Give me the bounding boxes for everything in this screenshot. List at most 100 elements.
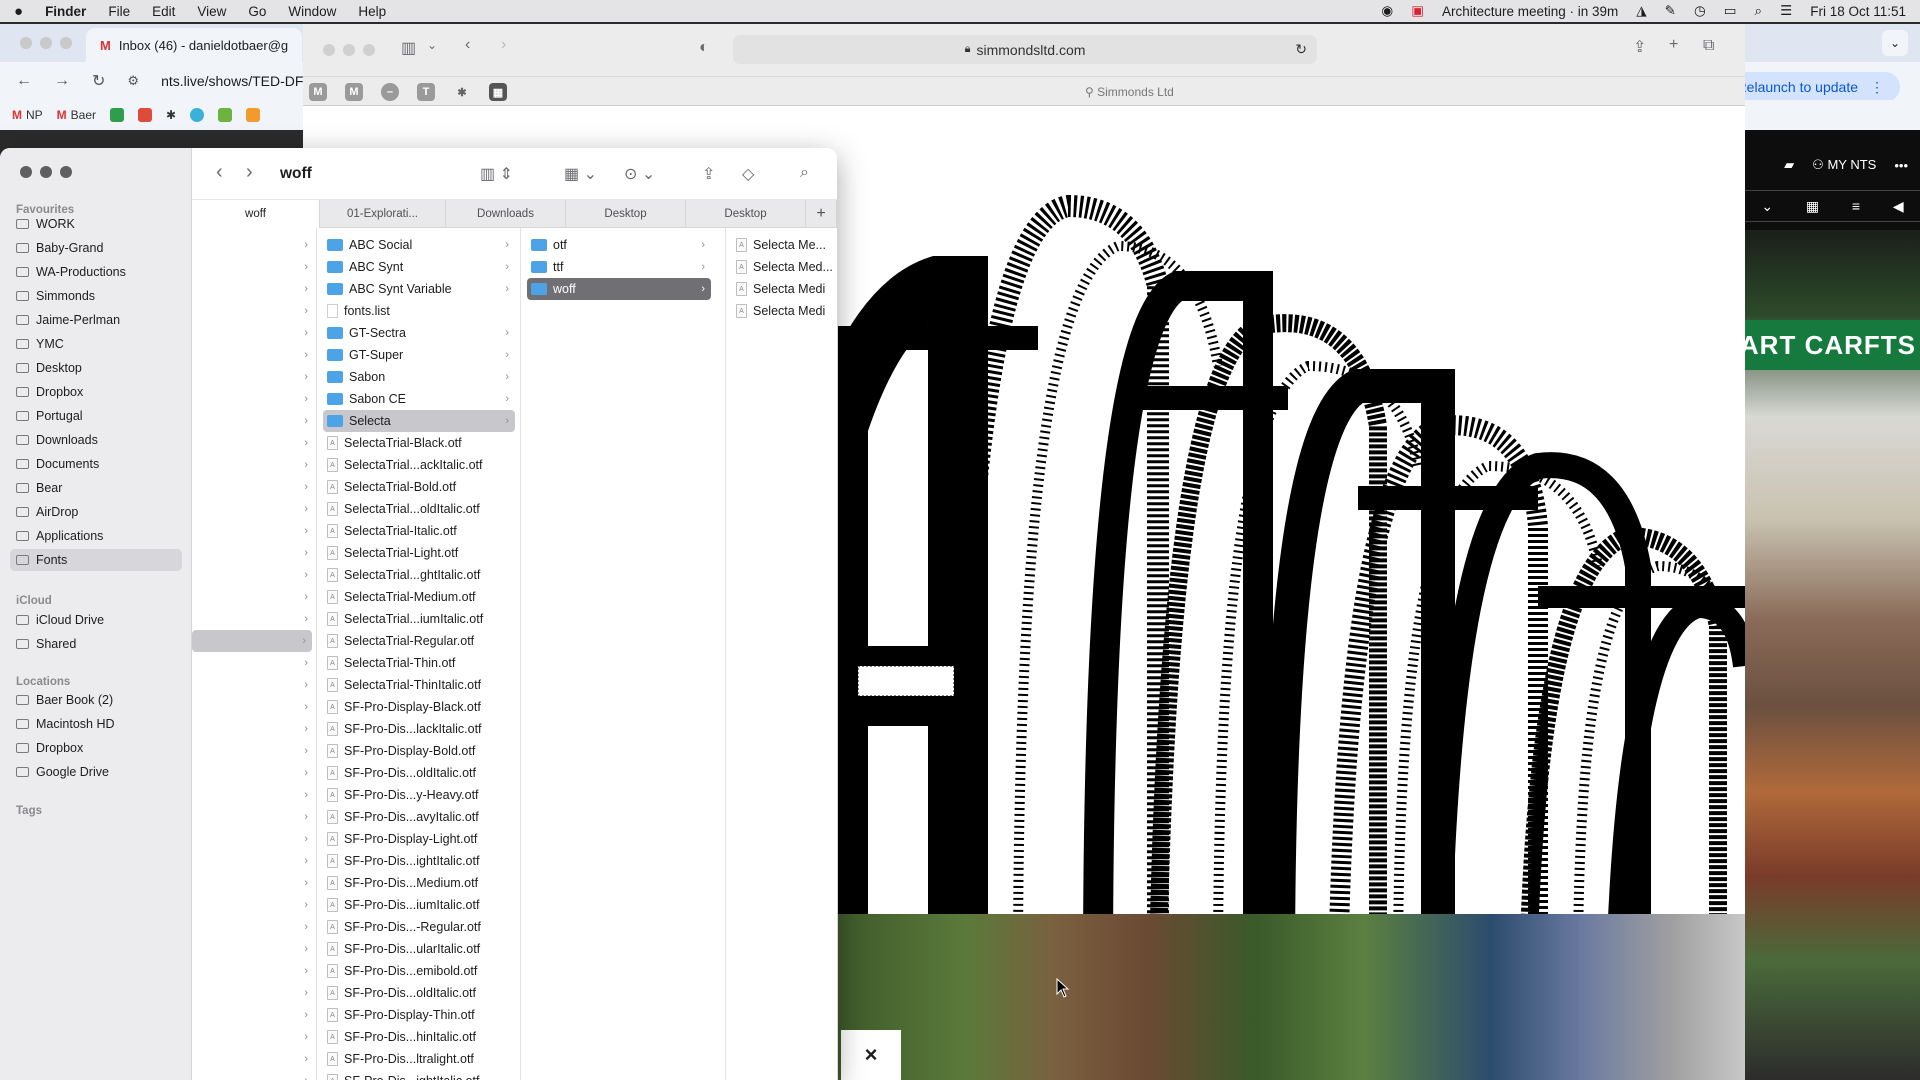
collapsed-row-chevron-icon[interactable]: › bbox=[304, 498, 308, 520]
sidebar-item[interactable]: Macintosh HD bbox=[10, 713, 182, 735]
menu-file[interactable]: File bbox=[108, 4, 130, 19]
battery-icon[interactable]: ▭ bbox=[1724, 3, 1737, 19]
list-item[interactable]: A SF-Pro-Dis...Medium.otf bbox=[323, 872, 515, 894]
collapsed-row-chevron-icon[interactable]: › bbox=[304, 894, 308, 916]
collapsed-row-chevron-icon[interactable]: › bbox=[304, 1048, 308, 1070]
list-item[interactable]: A SF-Pro-Dis...ightItalic.otf bbox=[323, 1070, 515, 1080]
collapsed-row-chevron-icon[interactable]: › bbox=[304, 608, 308, 630]
list-item[interactable]: A SF-Pro-Dis...ightItalic.otf bbox=[323, 850, 515, 872]
list-item[interactable]: A SelectaTrial-Light.otf bbox=[323, 542, 515, 564]
chevron-down-icon[interactable]: ⌄ bbox=[427, 38, 437, 52]
sidebar-item[interactable]: Bear bbox=[10, 477, 182, 499]
collapsed-row-chevron-icon[interactable]: › bbox=[304, 1070, 308, 1080]
sidebar-item[interactable]: WA-Productions bbox=[10, 261, 182, 283]
list-item[interactable]: ttf › bbox=[527, 256, 711, 278]
safari-minimize-button[interactable] bbox=[343, 44, 355, 56]
finder-back-icon[interactable]: ‹ bbox=[216, 161, 223, 184]
sidebar-item[interactable]: Jaime-Perlman bbox=[10, 309, 182, 331]
collapsed-row-chevron-icon[interactable]: › bbox=[304, 696, 308, 718]
tag-icon[interactable]: ◇ bbox=[742, 164, 754, 184]
collapsed-row-chevron-icon[interactable]: › bbox=[304, 916, 308, 938]
sidebar-item[interactable]: iCloud Drive bbox=[10, 609, 182, 631]
share-icon[interactable]: ⇪ bbox=[1633, 37, 1646, 57]
chrome-forward-icon[interactable]: → bbox=[54, 72, 70, 90]
finder-tab-desktop-2[interactable]: Desktop bbox=[686, 200, 806, 228]
relaunch-button[interactable]: Relaunch to update ⋮ bbox=[1720, 72, 1900, 102]
collapsed-row-chevron-icon[interactable]: › bbox=[304, 476, 308, 498]
collapsed-row-chevron-icon[interactable]: › bbox=[304, 1004, 308, 1026]
collapsed-row-chevron-icon[interactable]: › bbox=[304, 234, 308, 256]
sidebar-item[interactable]: Google Drive bbox=[10, 761, 182, 783]
sidebar-item[interactable]: Dropbox bbox=[10, 381, 182, 403]
spotlight-search-icon[interactable]: ⌕ bbox=[1755, 3, 1763, 19]
collapsed-row-chevron-icon[interactable]: › bbox=[304, 872, 308, 894]
playlist-icon[interactable]: ≡ bbox=[1852, 198, 1860, 214]
finder-tab-woff[interactable]: woff bbox=[192, 200, 320, 228]
collapsed-row-chevron-icon[interactable]: › bbox=[304, 564, 308, 586]
my-nts-button[interactable]: ⚇ MY NTS bbox=[1812, 157, 1876, 173]
menubar-datetime[interactable]: Fri 18 Oct 11:51 bbox=[1810, 4, 1906, 19]
sidebar-item[interactable]: YMC bbox=[10, 333, 182, 355]
list-item[interactable]: Sabon CE › bbox=[323, 388, 515, 410]
view-columns-icon[interactable]: ▥ ⇕ bbox=[480, 164, 513, 184]
list-item[interactable]: A SelectaTrial-Black.otf bbox=[323, 432, 515, 454]
list-item[interactable]: A SF-Pro-Display-Black.otf bbox=[323, 696, 515, 718]
list-item[interactable]: ABC Synt › bbox=[323, 256, 515, 278]
pen-icon[interactable]: ✎ bbox=[1665, 3, 1676, 19]
list-item[interactable]: A SF-Pro-Dis...y-Heavy.otf bbox=[323, 784, 515, 806]
fav-grid-icon[interactable]: ▦ bbox=[489, 83, 507, 101]
collapsed-row-chevron-icon[interactable]: › bbox=[304, 652, 308, 674]
list-item[interactable]: A SF-Pro-Dis...oldItalic.otf bbox=[323, 982, 515, 1004]
menu-finder[interactable]: Finder bbox=[45, 4, 86, 19]
control-center-icon[interactable]: ☰ bbox=[1780, 3, 1792, 19]
safari-zoom-button[interactable] bbox=[363, 44, 375, 56]
sidebar-item[interactable]: Dropbox bbox=[10, 737, 182, 759]
chrome-tab-search-icon[interactable]: ⌄ bbox=[1882, 30, 1908, 56]
sidebar-item[interactable]: Applications bbox=[10, 525, 182, 547]
new-tab-icon[interactable]: + bbox=[1669, 36, 1678, 54]
bookmark-seven-icon[interactable] bbox=[218, 108, 233, 122]
fantastical-icon[interactable]: ▣ bbox=[1411, 3, 1424, 19]
action-icon[interactable]: ⊙ ⌄ bbox=[624, 164, 655, 184]
chrome-minimize-button[interactable] bbox=[40, 37, 52, 49]
list-item[interactable]: A SelectaTrial-Thin.otf bbox=[323, 652, 515, 674]
finder-minimize-button[interactable] bbox=[40, 166, 52, 178]
chat-icon[interactable]: ▰ bbox=[1784, 157, 1794, 173]
sidebar-item[interactable]: Simmonds bbox=[10, 285, 182, 307]
chrome-zoom-button[interactable] bbox=[60, 37, 72, 49]
menu-window[interactable]: Window bbox=[288, 4, 336, 19]
list-item[interactable]: ABC Synt Variable › bbox=[323, 278, 515, 300]
collapsed-row-chevron-icon[interactable]: › bbox=[304, 806, 308, 828]
collapsed-row-chevron-icon[interactable]: › bbox=[304, 388, 308, 410]
collapsed-row-chevron-icon[interactable]: › bbox=[304, 586, 308, 608]
safari-forward-icon[interactable]: › bbox=[501, 36, 506, 54]
list-item[interactable]: A SF-Pro-Dis...ltralight.otf bbox=[323, 1048, 515, 1070]
search-icon[interactable]: ⌕ bbox=[800, 164, 809, 182]
chrome-back-icon[interactable]: ← bbox=[16, 72, 32, 90]
list-item[interactable]: A SF-Pro-Display-Thin.otf bbox=[323, 1004, 515, 1026]
more-icon[interactable]: ••• bbox=[1894, 158, 1908, 173]
sidebar-item[interactable]: Documents bbox=[10, 453, 182, 475]
collapsed-row-chevron-icon[interactable]: › bbox=[304, 784, 308, 806]
list-item[interactable]: A SF-Pro-Dis...iumItalic.otf bbox=[323, 894, 515, 916]
notion-icon[interactable]: ◮ bbox=[1636, 3, 1646, 19]
sidebar-item[interactable]: Shared bbox=[10, 633, 182, 655]
sidebar-item[interactable]: Desktop bbox=[10, 357, 182, 379]
list-item[interactable]: A SF-Pro-Dis...emibold.otf bbox=[323, 960, 515, 982]
list-item[interactable]: A SF-Pro-Dis...avyItalic.otf bbox=[323, 806, 515, 828]
bookmark-globe-icon[interactable] bbox=[190, 108, 205, 122]
safari-back-icon[interactable]: ‹ bbox=[465, 36, 470, 54]
menu-view[interactable]: View bbox=[197, 4, 226, 19]
list-item[interactable]: A SelectaTrial...iumItalic.otf bbox=[323, 608, 515, 630]
list-item[interactable]: A SelectaTrial-Regular.otf bbox=[323, 630, 515, 652]
collapsed-row-chevron-icon[interactable]: › bbox=[304, 300, 308, 322]
new-tab-icon[interactable]: + bbox=[806, 200, 837, 228]
close-button[interactable]: × bbox=[841, 1030, 901, 1080]
collapsed-row-chevron-icon[interactable]: › bbox=[304, 278, 308, 300]
group-icon[interactable]: ▦ ⌄ bbox=[564, 164, 597, 184]
list-item[interactable]: A Selecta Med... bbox=[732, 256, 833, 278]
collapsed-row-chevron-icon[interactable]: › bbox=[304, 366, 308, 388]
share-icon[interactable]: ⇪ bbox=[702, 164, 715, 184]
chrome-tab-gmail[interactable]: M Inbox (46) - danieldotbaer@g bbox=[86, 28, 302, 62]
list-item[interactable]: GT-Super › bbox=[323, 344, 515, 366]
